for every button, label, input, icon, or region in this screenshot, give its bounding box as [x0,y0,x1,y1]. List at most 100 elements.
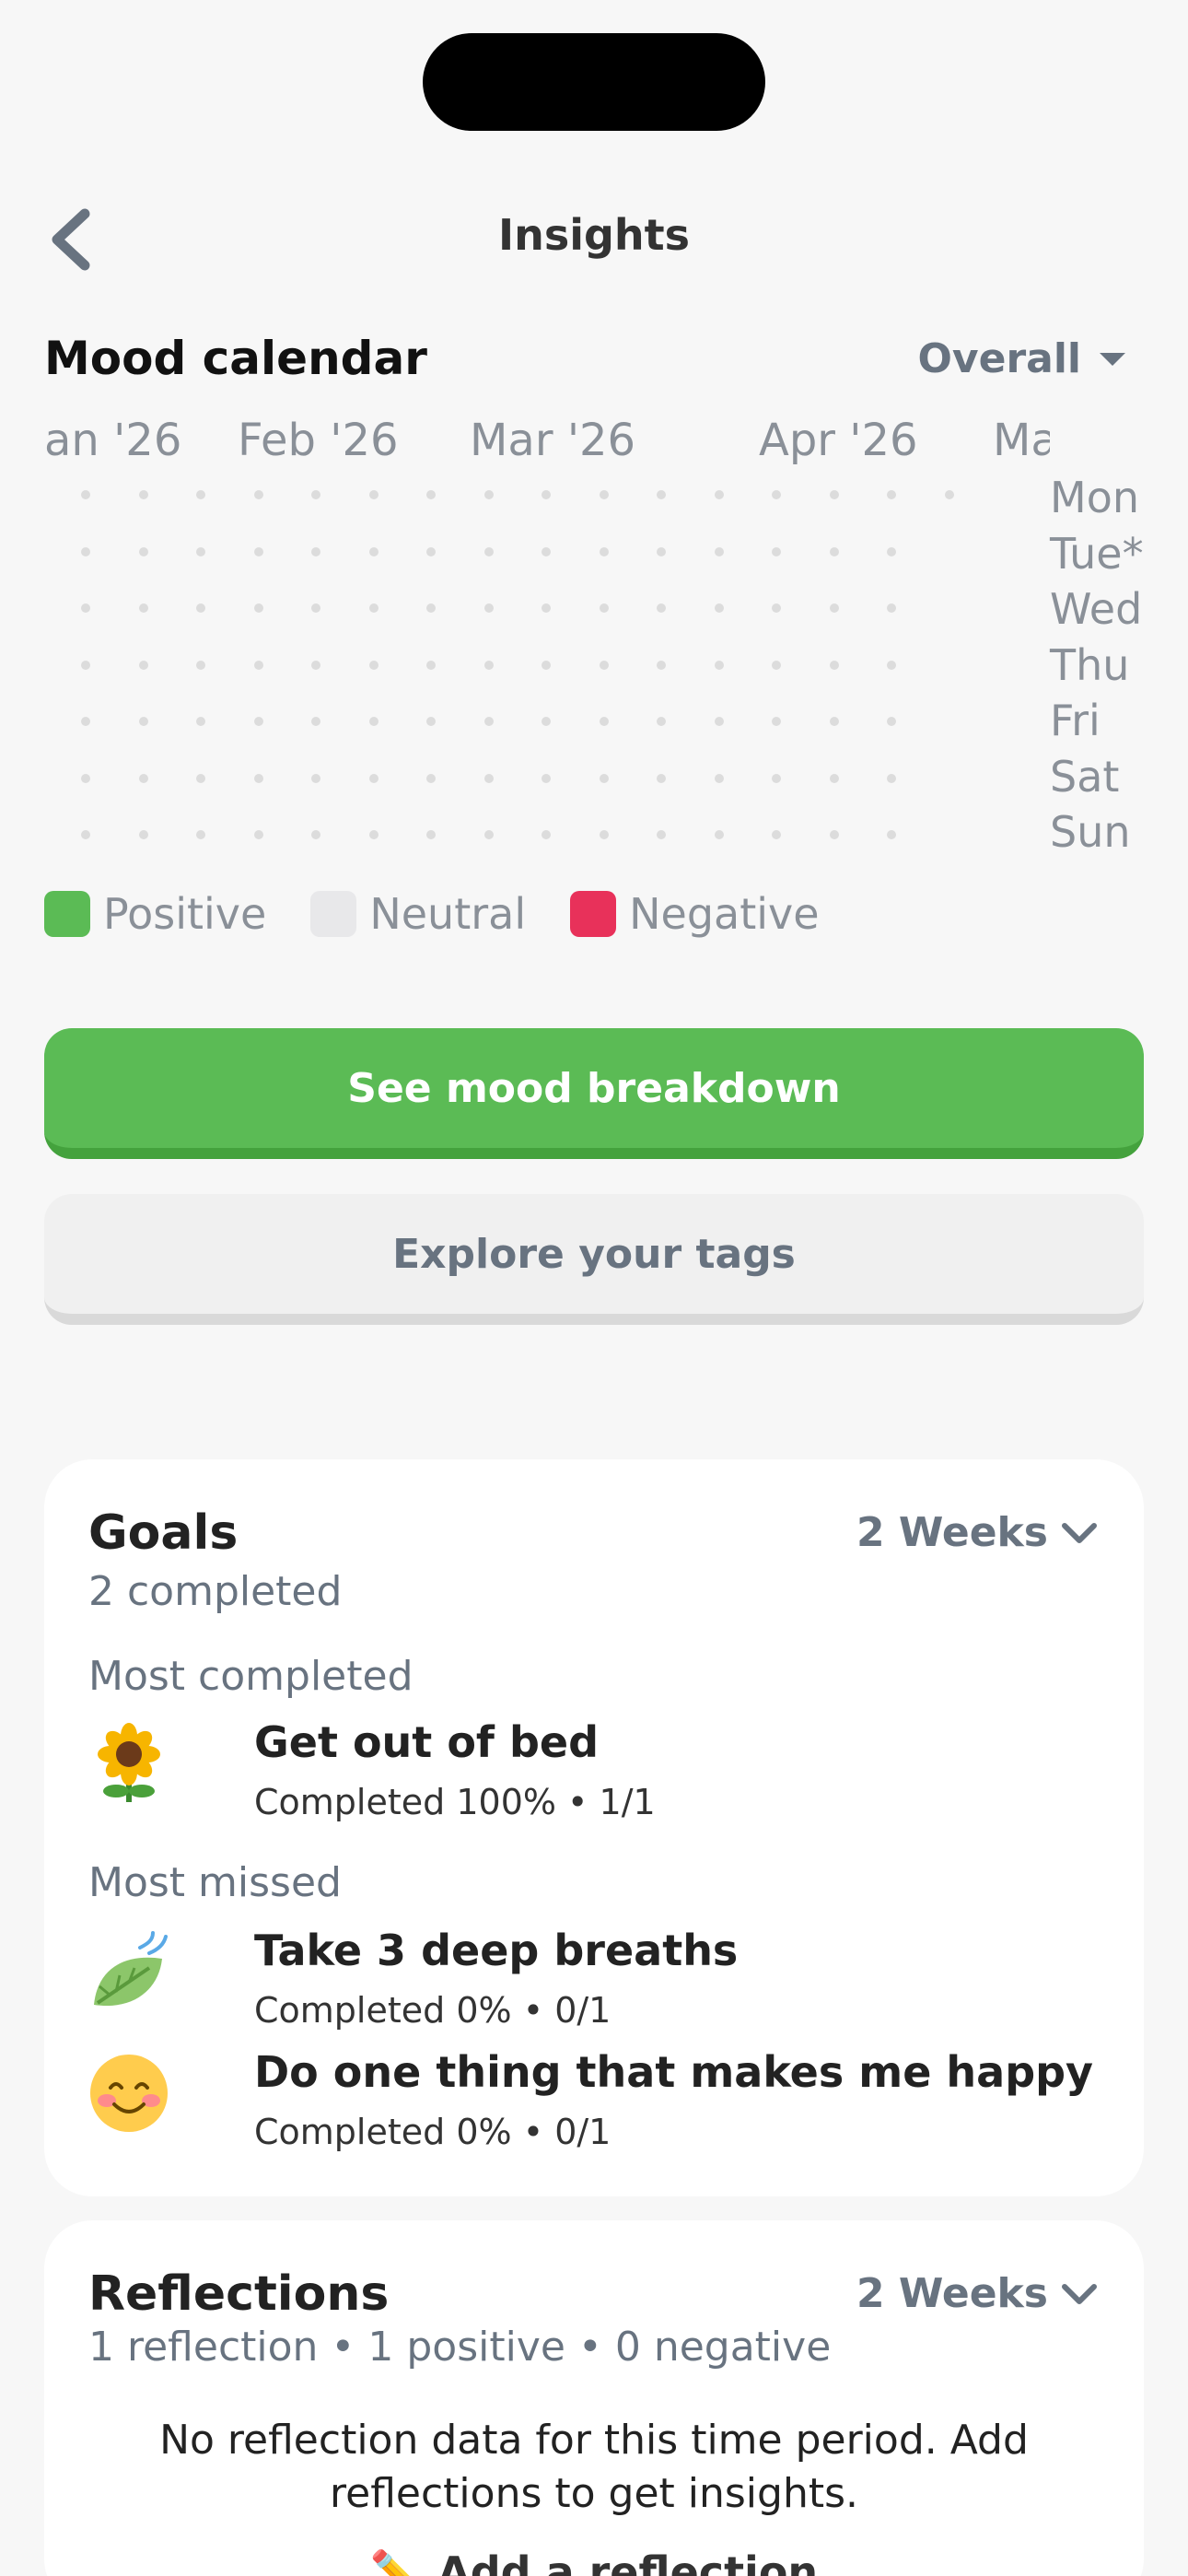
calendar-day-cell [196,603,205,613]
calendar-day-cell [368,717,379,726]
legend-positive: Positive [44,889,266,939]
calendar-day-cell [311,660,320,670]
month-label: an '26 [44,415,182,466]
calendar-day-cell [311,546,320,556]
calendar-day-cell [426,490,436,499]
calendar-day-cell [657,603,666,613]
calendar-day-cell [542,660,551,670]
goal-item[interactable]: Get out of bed Completed 100% • 1/1 [88,1717,1101,1828]
calendar-day-cell [599,546,609,556]
calendar-day-cell [887,490,896,499]
calendar-day-cell [657,660,666,670]
calendar-day-cell [887,773,896,783]
explore-tags-button[interactable]: Explore your tags [44,1194,1144,1325]
month-label: Apr '26 [759,415,918,466]
calendar-day-cell [196,830,205,839]
calendar-day-cell [714,830,724,839]
calendar-day-cell [138,546,148,556]
legend-label: Negative [629,889,820,939]
calendar-day-cell [657,546,666,556]
calendar-day-cell [772,603,781,613]
dynamic-island [423,33,765,131]
calendar-day-cell [426,660,436,670]
calendar-day-cell [138,830,148,839]
calendar-day-cell [657,830,666,839]
calendar-day-cell [368,546,379,556]
weekday-label: Mon [1050,473,1139,522]
calendar-day-cell [426,830,436,839]
add-reflection-label: Add a reflection [437,2547,819,2576]
calendar-day-cell [81,773,90,783]
calendar-day-cell [368,490,379,499]
neutral-swatch [310,891,357,937]
calendar-day-cell [138,717,148,726]
calendar-day-cell [253,660,263,670]
calendar-day-cell [657,773,666,783]
mood-legend: Positive Neutral Negative [44,889,864,939]
goals-card: Goals 2 completed 2 Weeks Most completed [44,1459,1144,2196]
calendar-day-cell [81,490,90,499]
calendar-day-cell [829,603,839,613]
calendar-day-cell [253,830,263,839]
page-title: Insights [497,210,691,260]
mood-calendar-grid [44,461,1057,857]
calendar-day-cell [772,660,781,670]
calendar-day-cell [81,830,90,839]
calendar-day-cell [887,546,896,556]
calendar-day-cell [81,717,90,726]
goal-item[interactable]: Do one thing that makes me happy Complet… [88,2047,1101,2158]
calendar-day-cell [887,603,896,613]
calendar-day-cell [253,490,263,499]
calendar-day-cell [253,603,263,613]
goal-name: Do one thing that makes me happy [254,2047,1094,2097]
calendar-day-cell [81,546,90,556]
calendar-day-cell [542,603,551,613]
reflections-period-label: 2 Weeks [856,2270,1048,2317]
mood-calendar-title: Mood calendar [44,332,427,385]
month-label: Feb '26 [238,415,399,466]
calendar-day-cell [483,603,494,613]
calendar-day-cell [253,717,263,726]
calendar-day-cell [829,717,839,726]
calendar-day-cell [311,830,320,839]
add-reflection-button[interactable]: ✏️ Add a reflection [44,2547,1144,2576]
calendar-day-cell [368,773,379,783]
calendar-day-cell [714,717,724,726]
calendar-day-cell [426,717,436,726]
calendar-day-cell [426,546,436,556]
calendar-day-cell [772,773,781,783]
see-mood-breakdown-button[interactable]: See mood breakdown [44,1028,1144,1159]
calendar-day-cell [483,660,494,670]
legend-label: Positive [103,889,267,939]
calendar-day-cell [542,830,551,839]
calendar-day-cell [138,773,148,783]
calendar-day-cell [253,773,263,783]
smiling-face-icon [90,2055,168,2132]
calendar-day-cell [368,603,379,613]
mood-filter-label: Overall [917,335,1081,382]
weekday-label: Sun [1050,807,1131,857]
reflections-period-dropdown[interactable]: 2 Weeks [856,2270,1098,2317]
calendar-day-cell [887,717,896,726]
calendar-day-cell [599,490,609,499]
weekday-label: Fri [1050,696,1101,745]
goal-item[interactable]: Take 3 deep breaths Completed 0% • 0/1 [88,1926,1101,2036]
calendar-day-cell [714,490,724,499]
calendar-day-cell [138,603,148,613]
calendar-day-cell [772,490,781,499]
mood-filter-dropdown[interactable]: Overall [918,335,1125,382]
weekday-label: Thu [1050,639,1130,690]
most-completed-label: Most completed [88,1653,413,1700]
goals-period-label: 2 Weeks [856,1509,1048,1556]
calendar-day-cell [657,490,666,499]
goals-period-dropdown[interactable]: 2 Weeks [856,1509,1098,1556]
goal-meta: Completed 0% • 0/1 [254,1990,611,2031]
calendar-day-cell [483,717,494,726]
calendar-day-cell [829,830,839,839]
calendar-day-cell [542,717,551,726]
chevron-down-icon [1062,1522,1097,1543]
calendar-day-cell [81,660,90,670]
caret-down-icon [1100,352,1125,366]
goal-name: Take 3 deep breaths [254,1926,739,1975]
pencil-icon: ✏️ [369,2547,424,2576]
